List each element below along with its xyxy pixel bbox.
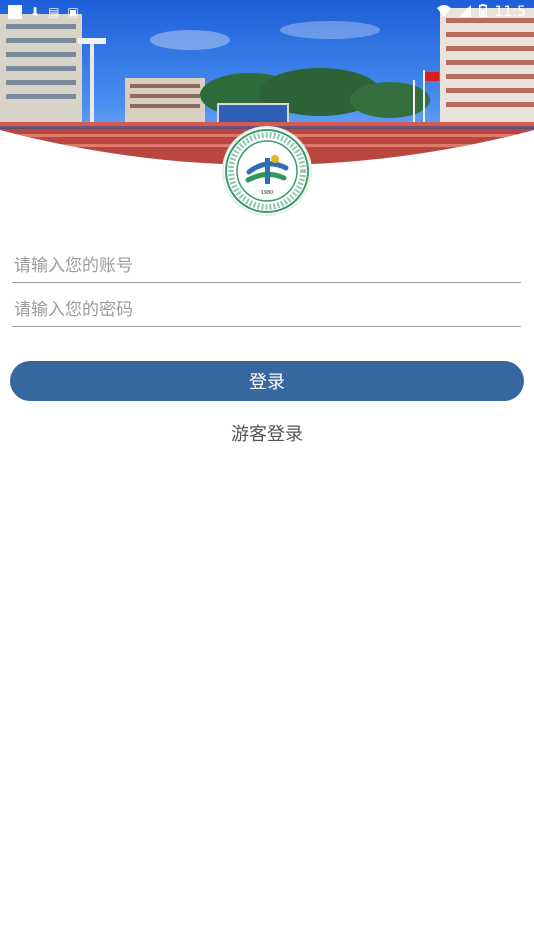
- download-icon: ⬇: [30, 5, 41, 19]
- battery-icon: [478, 4, 487, 20]
- password-field[interactable]: [12, 294, 521, 327]
- status-bar-left: ⬇ ▤ ▣: [8, 5, 79, 19]
- app-icon: ▣: [67, 5, 79, 19]
- account-input[interactable]: [12, 250, 521, 282]
- chat-icon: ▤: [48, 5, 60, 19]
- account-field[interactable]: [12, 250, 521, 283]
- wifi-icon: [436, 4, 451, 20]
- login-button[interactable]: 登录: [10, 361, 524, 401]
- status-time: 11:5: [494, 4, 526, 20]
- notification-square-icon: [8, 5, 22, 19]
- logo-year: 1980: [261, 190, 274, 196]
- guest-login-link[interactable]: 游客登录: [0, 420, 534, 446]
- school-logo: 1980: [224, 128, 310, 214]
- signal-icon: [458, 4, 471, 20]
- status-bar-right: 11:5: [436, 4, 526, 20]
- status-bar: ⬇ ▤ ▣ 11:5: [0, 0, 534, 24]
- password-input[interactable]: [12, 294, 521, 326]
